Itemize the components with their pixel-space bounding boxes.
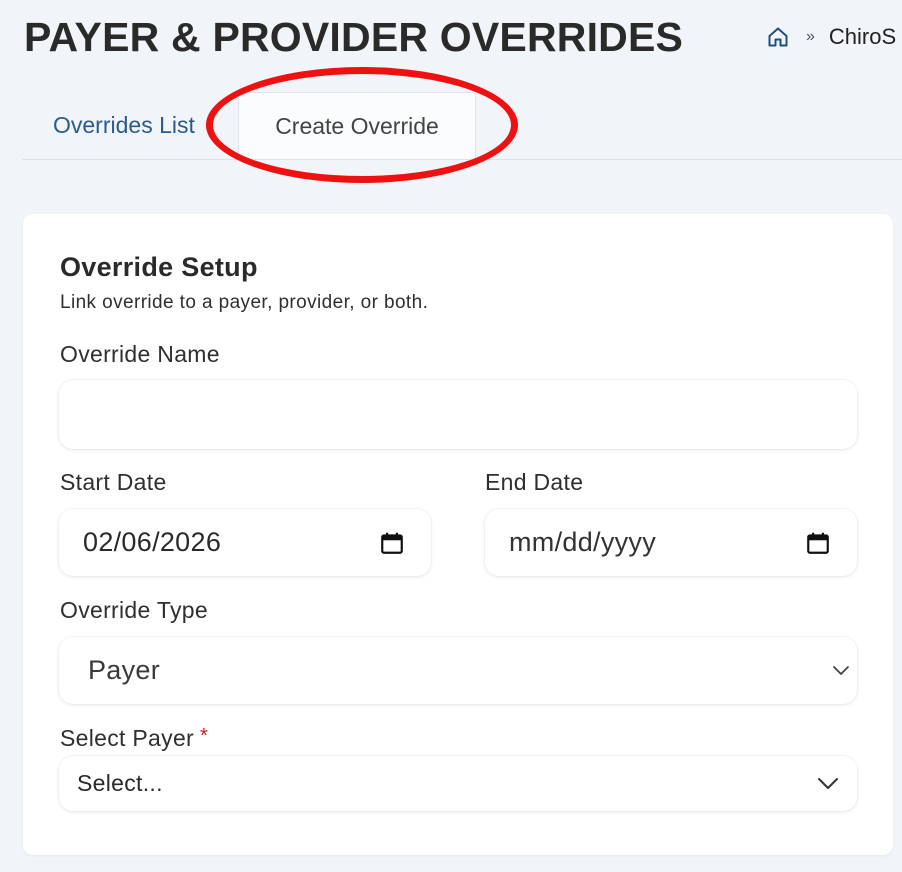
select-payer-dropdown[interactable]: Select... [59, 756, 857, 811]
breadcrumb-separator: » [806, 28, 815, 45]
section-title: Override Setup [60, 252, 258, 282]
select-payer-label: Select Payer * [60, 725, 208, 752]
override-name-label: Override Name [60, 341, 220, 367]
chevron-down-icon [833, 665, 849, 675]
override-name-input[interactable] [59, 401, 857, 428]
section-subtitle: Link override to a payer, provider, or b… [60, 292, 429, 313]
override-setup-card: Override Setup Link override to a payer,… [23, 214, 893, 855]
calendar-icon[interactable] [805, 530, 831, 556]
chevron-down-icon [818, 777, 838, 789]
tab-bar: Overrides List Create Override [22, 92, 902, 160]
breadcrumb-current[interactable]: ChiroS [829, 24, 896, 50]
override-name-field-wrapper [59, 380, 857, 449]
start-date-label: Start Date [60, 469, 167, 495]
tab-overrides-list[interactable]: Overrides List [53, 92, 195, 159]
override-type-label: Override Type [60, 597, 208, 623]
breadcrumb: » ChiroS [766, 24, 896, 50]
end-date-label: End Date [485, 469, 584, 495]
end-date-placeholder: mm/dd/yyyy [509, 527, 657, 557]
select-payer-label-text: Select Payer [60, 725, 194, 751]
required-asterisk: * [200, 725, 209, 747]
tab-create-override[interactable]: Create Override [238, 92, 476, 159]
override-type-value: Payer [88, 655, 161, 685]
home-icon[interactable] [766, 25, 790, 49]
select-payer-value: Select... [77, 770, 163, 796]
calendar-icon[interactable] [379, 530, 405, 556]
page-title: PAYER & PROVIDER OVERRIDES [24, 14, 684, 60]
override-type-select[interactable]: Payer [59, 637, 857, 704]
end-date-input[interactable]: mm/dd/yyyy [485, 509, 857, 576]
start-date-input[interactable]: 02/06/2026 [59, 509, 431, 576]
start-date-value: 02/06/2026 [83, 527, 222, 557]
